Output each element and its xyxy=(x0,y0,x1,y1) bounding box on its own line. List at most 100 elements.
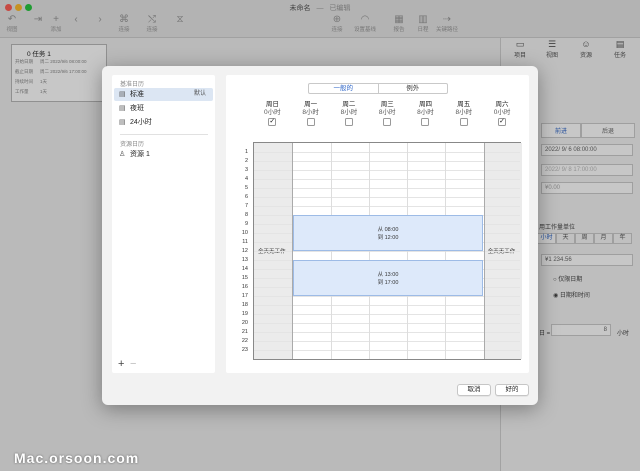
tab-general[interactable]: 一般的 xyxy=(309,84,379,93)
calendar-item-24h[interactable]: ▤ 24小时 xyxy=(114,116,213,129)
hour-label: 12 xyxy=(241,248,248,254)
hour-line xyxy=(254,206,520,207)
cancel-button[interactable]: 取消 xyxy=(457,384,491,396)
hour-label: 21 xyxy=(241,329,248,335)
hour-label: 8 xyxy=(244,212,248,218)
hour-label: 13 xyxy=(241,257,248,263)
day-header: 周二 8小时 xyxy=(330,101,369,126)
hour-label: 20 xyxy=(241,320,248,326)
resource-item-1[interactable]: ♙ 资源 1 xyxy=(114,148,213,161)
day-header: 周六 0小时 ✓ xyxy=(483,101,522,126)
day-header: 周一 8小时 xyxy=(291,101,330,126)
day-header: 周三 8小时 xyxy=(368,101,407,126)
day-hours: 0小时 xyxy=(264,109,281,116)
hour-line xyxy=(254,350,520,351)
day-hours: 8小时 xyxy=(302,109,319,116)
hour-label: 15 xyxy=(241,275,248,281)
hour-line xyxy=(254,170,520,171)
day-header: 周日 0小时 ✓ xyxy=(253,101,292,126)
hour-line xyxy=(254,197,520,198)
hour-label: 22 xyxy=(241,338,248,344)
day-name: 周四 xyxy=(418,101,432,108)
nonwork-checkbox[interactable]: ✓ xyxy=(498,118,507,126)
watermark: Mac.orsoon.com xyxy=(14,450,140,466)
calendar-item-night[interactable]: ▤ 夜班 xyxy=(114,102,213,115)
day-column-line xyxy=(292,143,294,359)
day-name: 周六 xyxy=(495,101,509,108)
calendar-icon: ▤ xyxy=(119,91,126,98)
day-column-line xyxy=(483,143,485,359)
base-calendar-header: 基准日历 xyxy=(120,82,145,88)
ok-button[interactable]: 好的 xyxy=(495,384,529,396)
hour-label: 11 xyxy=(242,239,248,245)
day-hours: 8小时 xyxy=(340,109,358,116)
hour-line xyxy=(254,188,520,189)
hour-line xyxy=(254,341,520,342)
hour-label: 2 xyxy=(244,158,248,164)
block-to: 到 17:00 xyxy=(377,280,399,286)
hour-label: 14 xyxy=(241,266,248,272)
nonwork-checkbox[interactable] xyxy=(344,118,353,126)
hour-label: 6 xyxy=(244,194,248,200)
calendar-icon: ▤ xyxy=(119,119,126,126)
day-column-line xyxy=(407,143,409,359)
hour-label: 16 xyxy=(241,284,248,290)
hour-line xyxy=(254,251,520,252)
day-hours: 0小时 xyxy=(493,109,511,116)
hour-label: 7 xyxy=(244,203,248,209)
hour-line xyxy=(254,323,520,324)
day-column-line xyxy=(445,143,447,359)
hour-line xyxy=(254,179,520,180)
hour-label: 19 xyxy=(241,311,248,317)
week-grid[interactable]: 全天无工作 全天无工作从 08:00 到 12:00 从 13:00 到 17:00 xyxy=(253,142,522,360)
resource-calendar-header: 资源日历 xyxy=(120,142,145,148)
day-hours: 8小时 xyxy=(455,109,473,116)
hour-line xyxy=(254,332,520,333)
day-name: 周三 xyxy=(380,101,394,108)
calendar-editor: 一般的 例外 周日 0小时 ✓ 周一 8小时 周二 8小时 周三 8小时 周四 8小时 周五 8小时 周六… xyxy=(226,75,529,373)
working-time-block[interactable]: 从 08:00 到 12:00 xyxy=(293,215,483,251)
default-badge: 默认 xyxy=(193,91,206,97)
person-icon: ♙ xyxy=(119,151,126,158)
day-header: 周四 8小时 xyxy=(406,101,445,126)
day-hours: 8小时 xyxy=(417,109,434,116)
nonwork-checkbox[interactable] xyxy=(459,118,468,126)
day-header: 周五 8小时 xyxy=(444,101,483,126)
hour-label: 3 xyxy=(244,167,248,173)
day-name: 周日 xyxy=(265,101,279,108)
nonwork-checkbox[interactable] xyxy=(306,118,315,126)
remove-calendar-button[interactable]: − xyxy=(130,358,136,370)
hour-label: 4 xyxy=(244,176,248,182)
add-calendar-button[interactable]: + xyxy=(118,358,124,370)
hour-line xyxy=(254,152,520,153)
hour-line xyxy=(254,161,520,162)
block-from: 从 08:00 xyxy=(377,227,399,233)
hour-label: 17 xyxy=(241,293,248,299)
calendar-dialog: 基准日历 ▤ 标准 默认 ▤ 夜班 ▤ 24小时 资源日历 ♙ 资源 1 + − 一般的 … xyxy=(102,66,538,405)
tab-exceptions[interactable]: 例外 xyxy=(379,84,448,93)
day-hours: 8小时 xyxy=(378,109,396,116)
day-name: 周五 xyxy=(457,101,471,108)
nonwork-checkbox[interactable] xyxy=(421,118,430,126)
nonwork-checkbox[interactable] xyxy=(383,118,392,126)
hour-label: 1 xyxy=(244,149,248,155)
working-time-block[interactable]: 从 13:00 到 17:00 xyxy=(293,260,483,296)
hour-label: 5 xyxy=(244,185,248,191)
day-name: 周二 xyxy=(342,101,356,108)
hour-label: 10 xyxy=(241,230,248,236)
nonwork-checkbox[interactable]: ✓ xyxy=(268,118,277,126)
calendar-list: 基准日历 ▤ 标准 默认 ▤ 夜班 ▤ 24小时 资源日历 ♙ 资源 1 + − xyxy=(112,75,215,373)
day-column-line xyxy=(330,143,332,359)
calendar-icon: ▤ xyxy=(119,105,126,112)
hour-label: 23 xyxy=(241,347,248,353)
block-to: 到 12:00 xyxy=(377,235,399,241)
hour-line xyxy=(254,314,520,315)
day-name: 周一 xyxy=(304,101,318,108)
list-divider xyxy=(120,134,208,135)
hour-label: 9 xyxy=(244,221,248,227)
hour-line xyxy=(254,296,520,297)
calendar-item-standard[interactable]: ▤ 标准 默认 xyxy=(114,88,213,101)
day-column-line xyxy=(368,143,370,359)
hour-label: 18 xyxy=(241,302,248,308)
calendar-tab-segment: 一般的 例外 xyxy=(308,83,448,94)
